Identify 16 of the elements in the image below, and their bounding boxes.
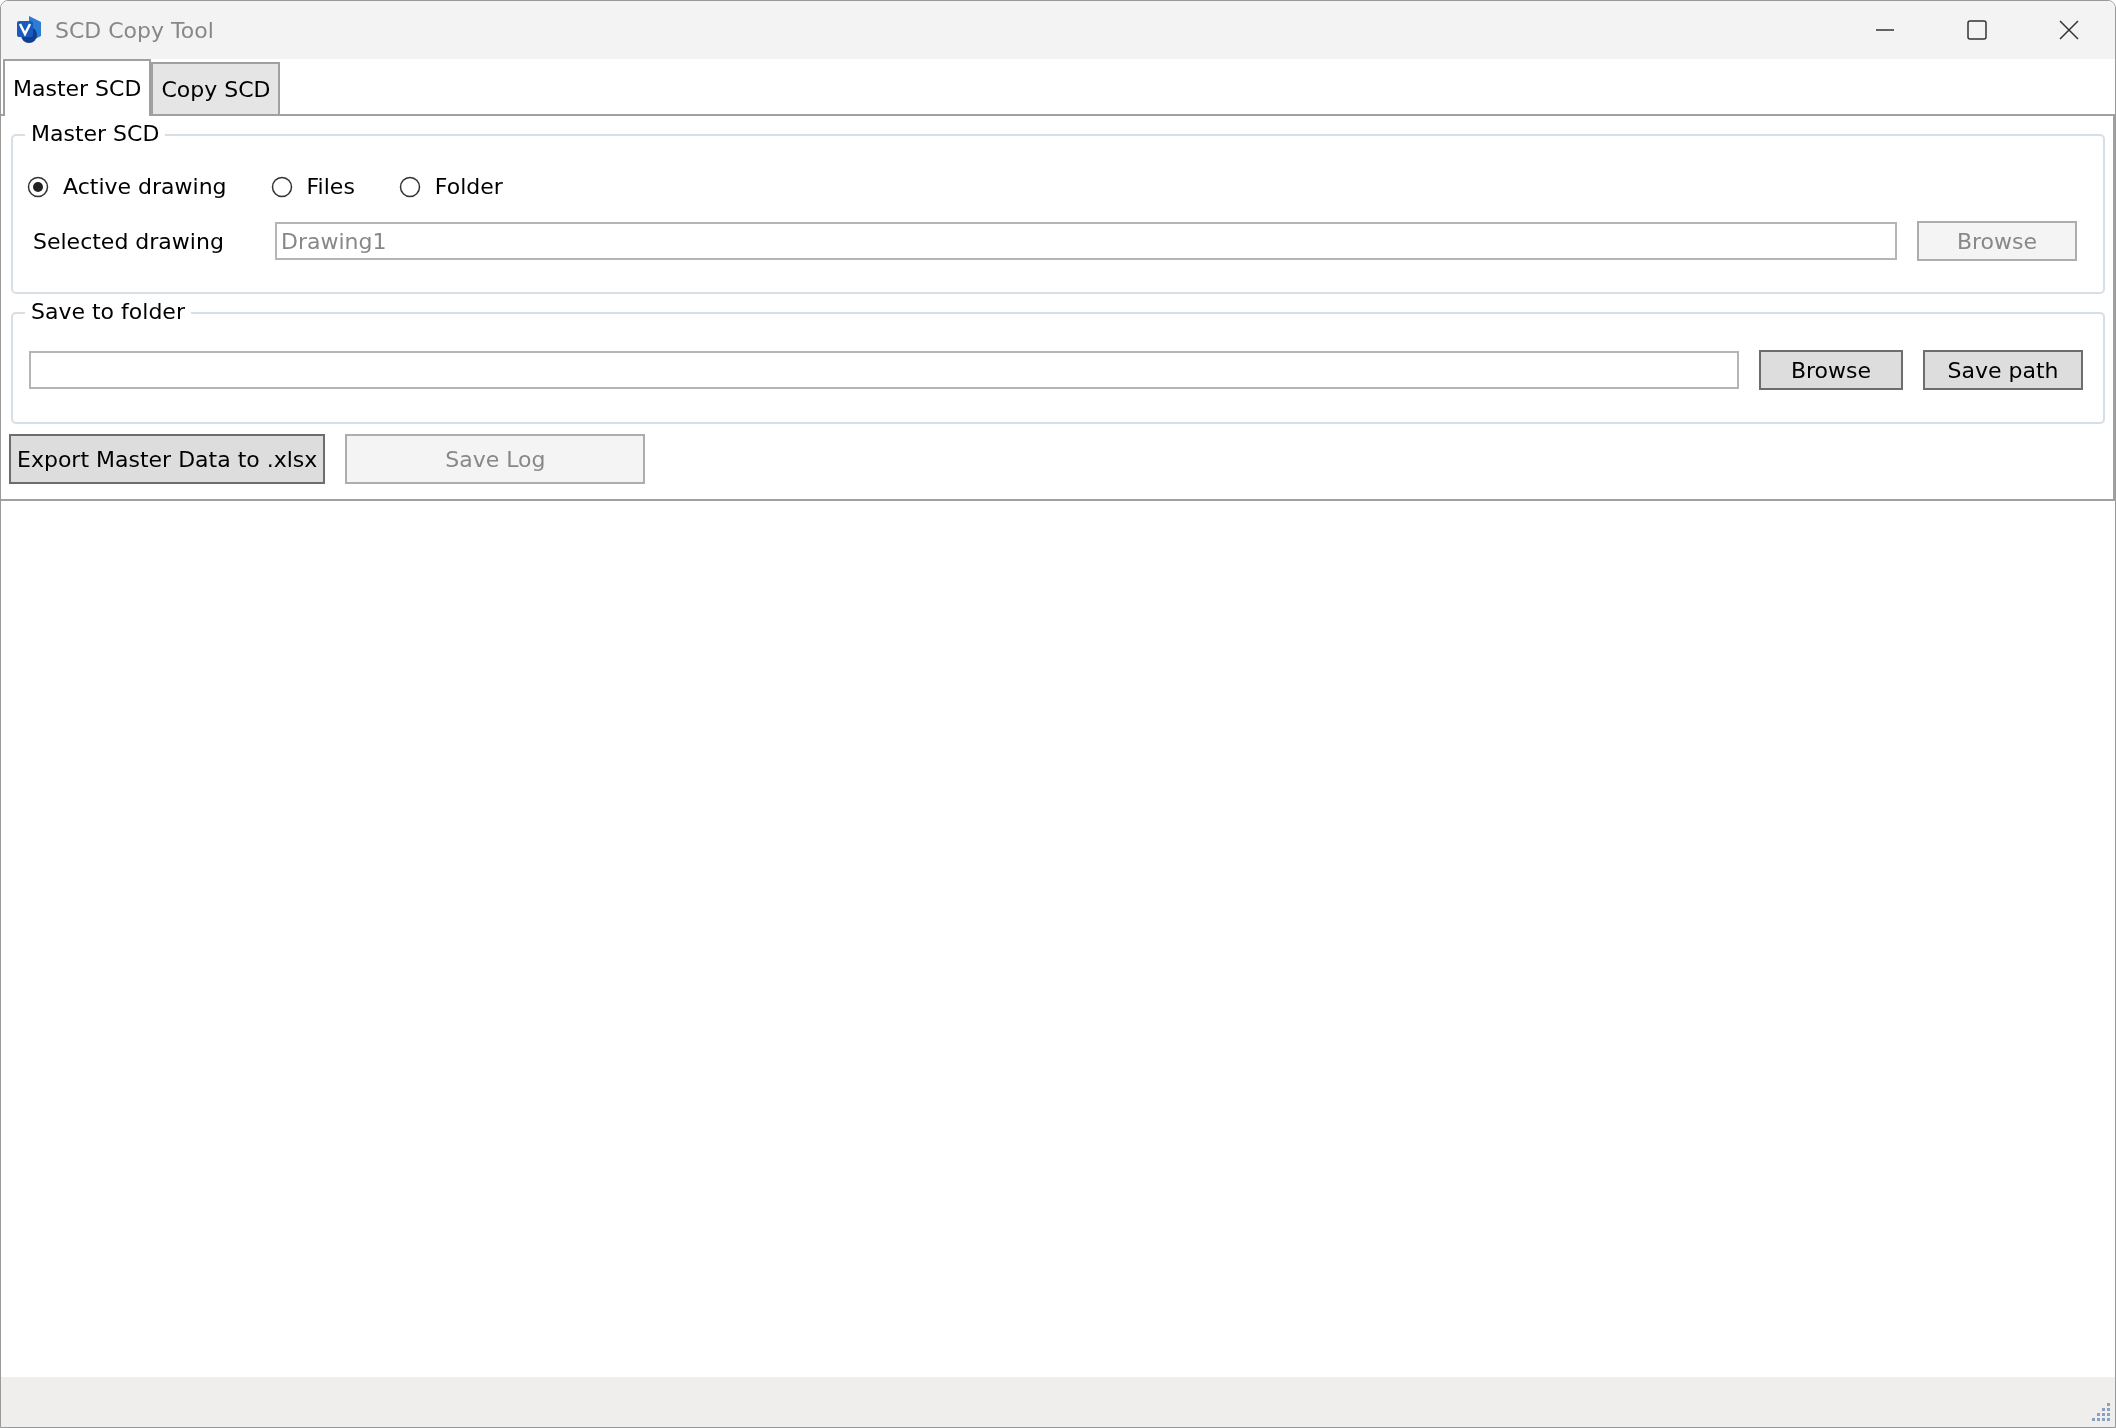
radio-option[interactable]: Active drawing bbox=[27, 170, 227, 203]
radio-option[interactable]: Folder bbox=[398, 170, 503, 203]
tab[interactable]: Master SCD bbox=[3, 59, 152, 116]
drawing-field: Drawing1 bbox=[275, 222, 1897, 260]
folder-action-button[interactable]: Save path bbox=[1923, 350, 2083, 390]
resize-grip-icon bbox=[2091, 1403, 2111, 1423]
field-label: Selected drawing bbox=[33, 227, 225, 256]
tab[interactable]: Copy SCD bbox=[151, 62, 281, 114]
folder-path-field[interactable] bbox=[29, 351, 1739, 389]
close-icon bbox=[2058, 19, 2080, 41]
minimize-icon bbox=[1874, 29, 1896, 31]
window-title: SCD Copy Tool bbox=[55, 16, 214, 45]
radio-option[interactable]: Files bbox=[270, 170, 355, 203]
action-button[interactable]: Export Master Data to .xlsx bbox=[9, 434, 326, 484]
maximize-icon bbox=[1966, 19, 1988, 41]
folder-action-button[interactable]: Browse bbox=[1759, 350, 1903, 390]
